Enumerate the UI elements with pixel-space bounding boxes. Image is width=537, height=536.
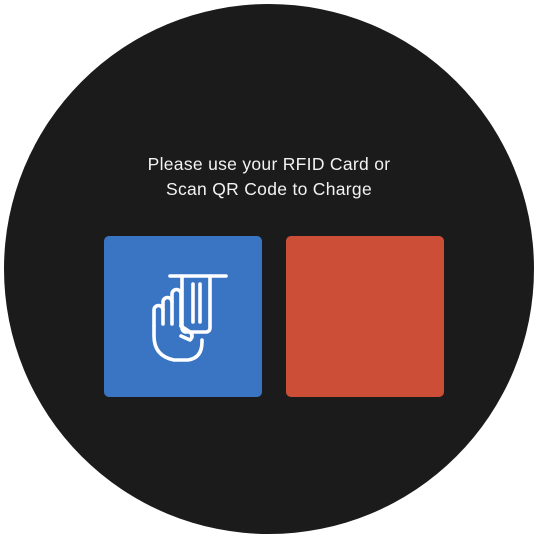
qr-code-tile[interactable] [286, 236, 444, 397]
rfid-card-tile[interactable] [104, 236, 262, 397]
rfid-card-tap-icon [152, 274, 228, 362]
instruction-line-2: Scan QR Code to Charge [165, 179, 372, 199]
round-display: Please use your RFID Card or Scan QR Cod… [4, 4, 534, 534]
charge-instruction: Please use your RFID Card or Scan QR Cod… [4, 152, 534, 202]
instruction-line-1: Please use your RFID Card or [147, 154, 391, 174]
